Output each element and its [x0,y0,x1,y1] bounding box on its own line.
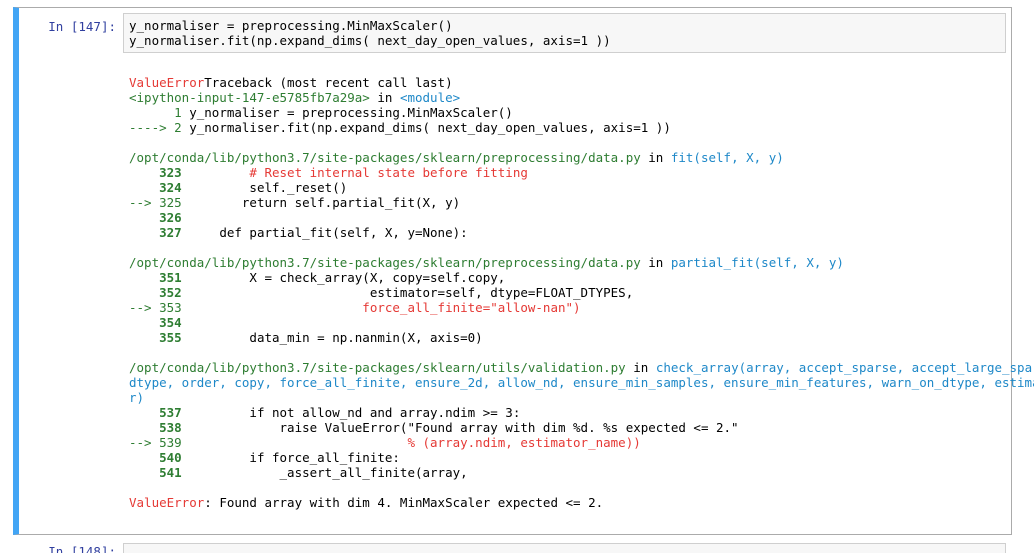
frame-3-line-538: 538 raise ValueError("Found array with d… [129,420,739,435]
code-line-2: y_normaliser.fit(np.expand_dims( next_da… [129,33,611,48]
traceback-line-1: 1 y_normaliser = preprocessing.MinMaxSca… [129,105,513,120]
next-cell-prompt: In [148]: [48,544,116,553]
frame-3-signature-end: r) [129,390,145,405]
frame-1-line-327: 327 def partial_fit(self, X, y=None): [129,225,468,240]
frame-2-line-355: 355 data_min = np.nanmin(X, axis=0) [129,330,483,345]
frame-1-line-324: 324 self._reset() [129,180,348,195]
frame-3-line-537: 537 if not allow_nd and array.ndim >= 3: [129,405,521,420]
frame-1-line-325: --> 325 return self.partial_fit(X, y) [129,195,461,210]
traceback-line-2: ----> 2 y_normaliser.fit(np.expand_dims(… [129,120,671,135]
traceback-input-ref: <ipython-input-147-e5785fb7a29a> in <mod… [129,90,461,105]
frame-2-line-352: 352 estimator=self, dtype=FLOAT_DTYPES, [129,285,634,300]
frame-1-line-323: 323 # Reset internal state before fittin… [129,165,528,180]
frame-1-line-326: 326 [129,210,182,225]
frame-3-signature-cont: dtype, order, copy, force_all_finite, en… [129,375,1034,390]
frame-3-line-540: 540 if force_all_finite: [129,450,400,465]
next-code-cell[interactable] [123,543,1006,553]
code-line-1: y_normaliser = preprocessing.MinMaxScale… [129,18,453,33]
frame-1-path: /opt/conda/lib/python3.7/site-packages/s… [129,150,784,165]
frame-2-line-353: --> 353 force_all_finite="allow-nan") [129,300,581,315]
final-error-message: ValueError: Found array with dim 4. MinM… [129,495,604,510]
traceback-header: ValueErrorTraceback (most recent call la… [129,75,453,90]
frame-2-path: /opt/conda/lib/python3.7/site-packages/s… [129,255,844,270]
frame-2-line-354: 354 [129,315,182,330]
frame-2-line-351: 351 X = check_array(X, copy=self.copy, [129,270,506,285]
code-input-area[interactable]: y_normaliser = preprocessing.MinMaxScale… [123,13,1006,53]
traceback-output: ValueErrorTraceback (most recent call la… [129,75,1034,520]
input-prompt: In [147]: [48,19,116,34]
frame-3-path: /opt/conda/lib/python3.7/site-packages/s… [129,360,1034,375]
notebook-page: In [147]: y_normaliser = preprocessing.M… [0,0,1034,553]
frame-3-line-541: 541 _assert_all_finite(array, [129,465,468,480]
frame-3-line-539: --> 539 % (array.ndim, estimator_name)) [129,435,641,450]
